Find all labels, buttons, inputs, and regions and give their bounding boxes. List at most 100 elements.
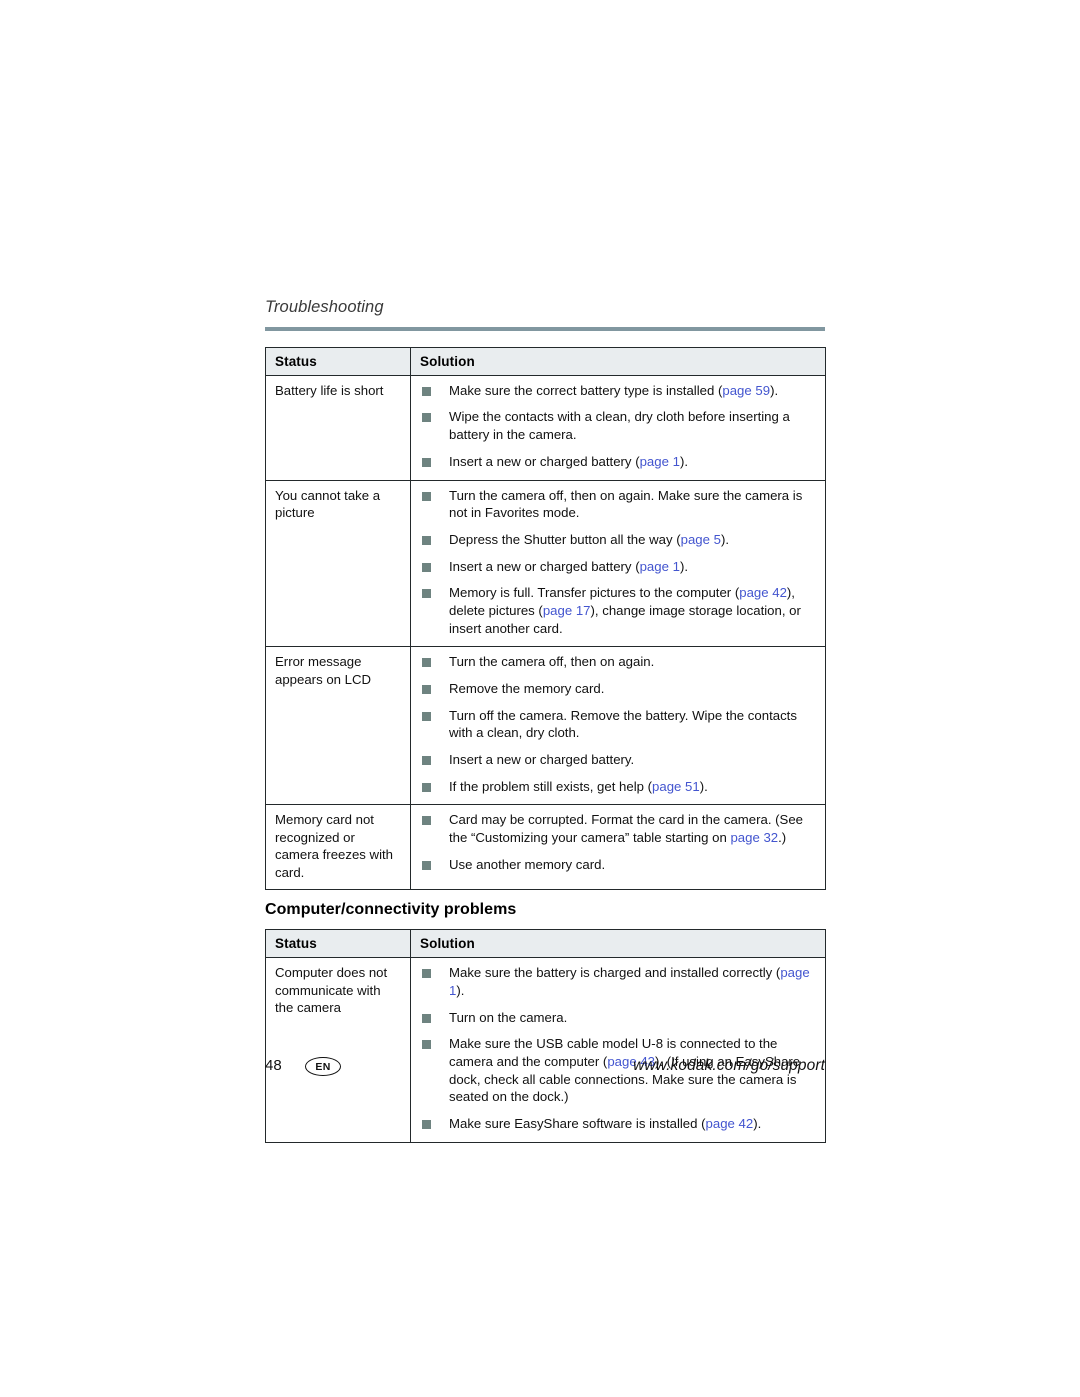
solution-text: ). (720, 531, 730, 547)
bullet-square-icon (422, 1119, 431, 1129)
document-page: Troubleshooting Status Solution Battery … (0, 0, 1080, 1397)
solution-text: ). (770, 382, 779, 398)
solution-list: Turn the camera off, then on again. Remov… (421, 653, 815, 795)
page-reference-link[interactable]: page 5 (681, 532, 721, 547)
running-head: Troubleshooting (265, 298, 384, 316)
page-footer: 48 EN www.kodak.com/go/support (265, 1055, 825, 1081)
page-reference-link[interactable]: page 42 (739, 585, 787, 600)
solution-text: Insert a new or charged battery. (449, 752, 635, 768)
solution-text: Remove the memory card. (449, 681, 605, 697)
solution-item: If the problem still exists, get help (p… (421, 778, 815, 796)
bullet-square-icon (422, 491, 431, 501)
table-row: Computer does not communicate with the c… (265, 957, 826, 1143)
section-heading-computer-connectivity: Computer/connectivity problems (265, 901, 517, 919)
page-reference-link[interactable]: page 17 (543, 603, 591, 618)
solution-list: Card may be corrupted. Format the card i… (421, 811, 815, 873)
header-rule (265, 326, 825, 331)
solution-item: Insert a new or charged battery. (421, 751, 815, 769)
status-cell: Computer does not communicate with the c… (265, 957, 411, 1143)
solution-item: Use another memory card. (421, 856, 815, 874)
bullet-square-icon (422, 1013, 431, 1023)
solution-item: Wipe the contacts with a clean, dry clot… (421, 408, 815, 443)
solution-text: Turn on the camera. (449, 1009, 568, 1025)
table-row: Battery life is short Make sure the corre… (265, 375, 826, 481)
solution-cell: Make sure the correct battery type is in… (411, 375, 826, 480)
bullet-square-icon (422, 816, 431, 826)
solution-item: Insert a new or charged battery (page 1)… (421, 453, 815, 471)
solution-text: Memory is full. Transfer pictures to the… (449, 585, 740, 601)
solution-text: ). (679, 453, 688, 469)
status-cell: You cannot take a picture (265, 479, 411, 647)
solution-text: Use another memory card. (449, 856, 606, 872)
bullet-square-icon (422, 658, 431, 668)
bullet-square-icon (422, 1040, 431, 1050)
bullet-square-icon (422, 860, 431, 870)
solution-text: ). (753, 1115, 762, 1131)
solution-item: Turn the camera off, then on again. Make… (421, 487, 815, 522)
bullet-square-icon (422, 457, 431, 467)
column-header-status: Status (265, 347, 411, 376)
solution-text: ). (456, 982, 465, 998)
solution-text: .) (778, 830, 787, 846)
page-reference-link[interactable]: page 1 (640, 559, 680, 574)
solution-text: Make sure the battery is charged and ins… (449, 965, 781, 981)
solution-text: Turn off the camera. Remove the battery.… (449, 707, 797, 741)
solution-text: Insert a new or charged battery ( (449, 453, 640, 469)
bullet-square-icon (422, 589, 431, 599)
solution-cell: Card may be corrupted. Format the card i… (410, 804, 826, 890)
solution-item: Remove the memory card. (421, 680, 815, 698)
bullet-square-icon (422, 685, 431, 695)
bullet-square-icon (422, 413, 431, 423)
solution-item: Make sure EasyShare software is installe… (421, 1115, 815, 1133)
bullet-square-icon (422, 535, 431, 545)
bullet-square-icon (422, 711, 431, 721)
status-cell: Memory card not recognized or camera fre… (265, 804, 411, 890)
solution-text: Make sure the correct battery type is in… (449, 382, 723, 398)
column-header-solution: Solution (410, 347, 826, 376)
solution-item: Make sure the battery is charged and ins… (421, 964, 815, 999)
solution-text: ). (699, 778, 708, 794)
solution-item: Turn on the camera. (421, 1009, 815, 1027)
solution-text: Wipe the contacts with a clean, dry clot… (449, 409, 790, 443)
solution-list: Make sure the correct battery type is in… (421, 382, 815, 471)
solution-text: If the problem still exists, get help ( (449, 778, 653, 794)
status-cell: Error message appears on LCD (265, 646, 411, 805)
solution-item: Memory is full. Transfer pictures to the… (421, 584, 815, 637)
camera-problems-table: Status Solution Battery life is short Mak… (265, 346, 826, 891)
solution-item: Depress the Shutter button all the way (… (421, 531, 815, 549)
bullet-square-icon (422, 756, 431, 766)
page-reference-link[interactable]: page 59 (722, 383, 770, 398)
page-content: Troubleshooting Status Solution Battery … (265, 298, 826, 1143)
page-reference-link[interactable]: page 1 (640, 454, 680, 469)
solution-cell: Turn the camera off, then on again. Remov… (410, 646, 826, 805)
solution-text: ). (679, 558, 688, 574)
solution-text: Make sure EasyShare software is installe… (449, 1115, 706, 1131)
solution-cell: Turn the camera off, then on again. Make… (410, 479, 826, 647)
table-row: You cannot take a picture Turn the camera… (265, 479, 826, 647)
bullet-square-icon (422, 782, 431, 792)
bullet-square-icon (422, 562, 431, 572)
solution-item: Card may be corrupted. Format the card i… (421, 811, 815, 846)
solution-text: Turn the camera off, then on again. Make… (449, 487, 803, 521)
solution-item: Insert a new or charged battery (page 1)… (421, 558, 815, 576)
solution-text: Insert a new or charged battery ( (449, 558, 640, 574)
solution-cell: Make sure the battery is charged and ins… (411, 958, 826, 1143)
solution-item: Make sure the correct battery type is in… (421, 382, 815, 400)
table-header-row: Status Solution (265, 347, 826, 376)
camera-problems-body: Battery life is short Make sure the corre… (265, 375, 826, 890)
table-row: Error message appears on LCD Turn the cam… (265, 646, 826, 805)
solution-text: Turn the camera off, then on again. (449, 654, 655, 670)
page-reference-link[interactable]: page 42 (706, 1116, 754, 1131)
language-badge-icon: EN (305, 1057, 341, 1076)
table-header-row: Status Solution (265, 929, 826, 959)
page-reference-link[interactable]: page 32 (730, 830, 778, 845)
support-url: www.kodak.com/go/support (633, 1057, 825, 1074)
solution-item: Turn off the camera. Remove the battery.… (421, 707, 815, 742)
solution-item: Turn the camera off, then on again. (421, 653, 815, 671)
column-header-status: Status (265, 929, 411, 959)
column-header-solution: Solution (410, 929, 826, 959)
page-number: 48 (265, 1057, 282, 1074)
bullet-square-icon (422, 969, 431, 979)
page-reference-link[interactable]: page 51 (652, 779, 700, 794)
status-cell: Battery life is short (265, 375, 411, 481)
